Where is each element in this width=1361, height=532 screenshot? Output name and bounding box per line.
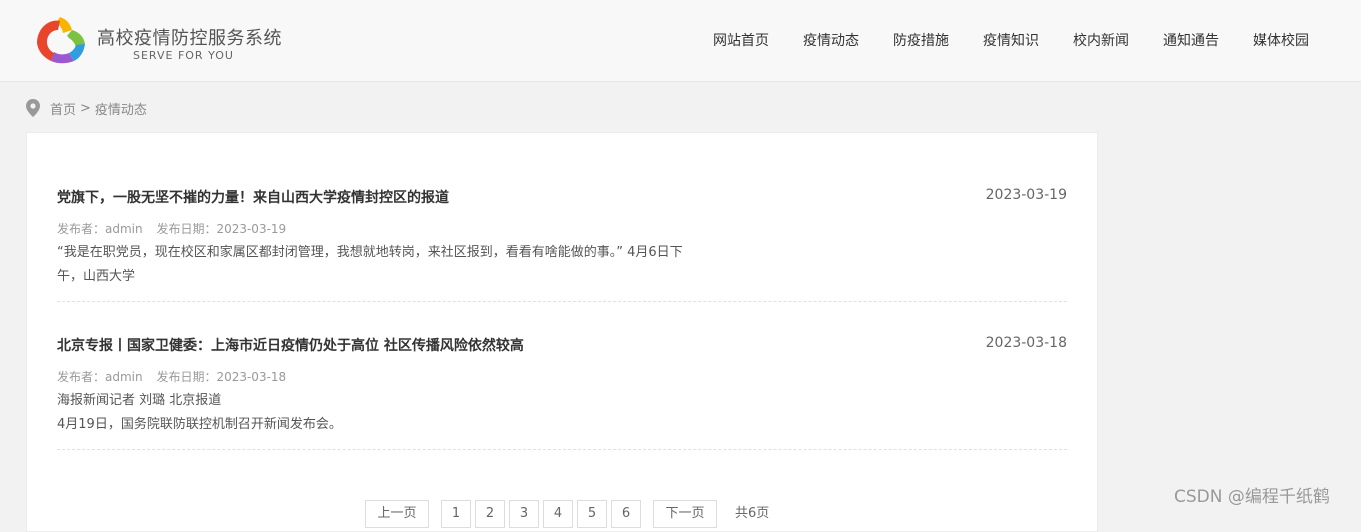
article-excerpt-line: 午，山西大学 xyxy=(57,269,136,284)
map-pin-icon xyxy=(26,99,40,117)
article-excerpt-line: “我是在职党员，现在校区和家属区都封闭管理，我想就地转岗，来社区报到，看看有啥能… xyxy=(57,245,683,260)
site-header: 高校疫情防控服务系统 SERVE FOR YOU 网站首页 疫情动态 防疫措施 … xyxy=(0,0,1361,82)
article-title[interactable]: 党旗下，一股无坚不摧的力量！来自山西大学疫情封控区的报道 xyxy=(57,187,449,207)
page-button-5[interactable]: 5 xyxy=(577,500,607,528)
nav-item-knowledge[interactable]: 疫情知识 xyxy=(966,30,1056,52)
nav-item-epidemic-news[interactable]: 疫情动态 xyxy=(786,30,876,52)
article-title[interactable]: 北京专报丨国家卫健委：上海市近日疫情仍处于高位 社区传播风险依然较高 xyxy=(57,335,524,355)
article-date: 2023-03-19 xyxy=(985,187,1067,203)
page-total: 共6页 xyxy=(735,506,770,521)
article-list-card: 党旗下，一股无坚不摧的力量！来自山西大学疫情封控区的报道 2023-03-19 … xyxy=(26,132,1098,532)
prev-page-button[interactable]: 上一页 xyxy=(365,500,429,528)
site-logo-icon[interactable] xyxy=(32,14,88,66)
article-author: 发布者：admin xyxy=(57,222,143,236)
breadcrumb-current: 疫情动态 xyxy=(94,102,147,118)
breadcrumb: 首页 > 疫情动态 xyxy=(26,98,147,118)
page-button-4[interactable]: 4 xyxy=(543,500,573,528)
page-button-2[interactable]: 2 xyxy=(475,500,505,528)
article-author: 发布者：admin xyxy=(57,370,143,384)
nav-item-notices[interactable]: 通知通告 xyxy=(1146,30,1236,52)
watermark: CSDN @编程千纸鹤 xyxy=(1174,487,1330,507)
breadcrumb-separator: > xyxy=(80,100,91,116)
pagination: 上一页 1 2 3 4 5 6 下一页 共6页 xyxy=(365,500,769,528)
nav-item-home[interactable]: 网站首页 xyxy=(696,30,786,52)
next-page-button[interactable]: 下一页 xyxy=(653,500,717,528)
nav-item-campus-news[interactable]: 校内新闻 xyxy=(1056,30,1146,52)
article-excerpt-line: 海报新闻记者 刘璐 北京报道 xyxy=(57,393,222,408)
nav-item-media[interactable]: 媒体校园 xyxy=(1236,30,1326,52)
article-date: 2023-03-18 xyxy=(985,335,1067,351)
nav-item-prevention[interactable]: 防疫措施 xyxy=(876,30,966,52)
article-meta: 发布者：admin 发布日期：2023-03-19 xyxy=(57,220,286,237)
article-publish-date: 发布日期：2023-03-19 xyxy=(156,222,287,236)
site-title: 高校疫情防控服务系统 xyxy=(97,28,282,49)
article-item[interactable]: 北京专报丨国家卫健委：上海市近日疫情仍处于高位 社区传播风险依然较高 2023-… xyxy=(57,335,1067,450)
article-publish-date: 发布日期：2023-03-18 xyxy=(156,370,287,384)
main-nav: 网站首页 疫情动态 防疫措施 疫情知识 校内新闻 通知通告 媒体校园 xyxy=(696,30,1326,52)
article-excerpt-line: 4月19日，国务院联防联控机制召开新闻发布会。 xyxy=(57,417,342,432)
page-button-3[interactable]: 3 xyxy=(509,500,539,528)
page-button-6[interactable]: 6 xyxy=(611,500,641,528)
article-meta: 发布者：admin 发布日期：2023-03-18 xyxy=(57,368,286,385)
page-button-1[interactable]: 1 xyxy=(441,500,471,528)
site-subtitle: SERVE FOR YOU xyxy=(133,49,234,62)
article-item[interactable]: 党旗下，一股无坚不摧的力量！来自山西大学疫情封控区的报道 2023-03-19 … xyxy=(57,187,1067,302)
breadcrumb-home[interactable]: 首页 xyxy=(50,99,76,118)
